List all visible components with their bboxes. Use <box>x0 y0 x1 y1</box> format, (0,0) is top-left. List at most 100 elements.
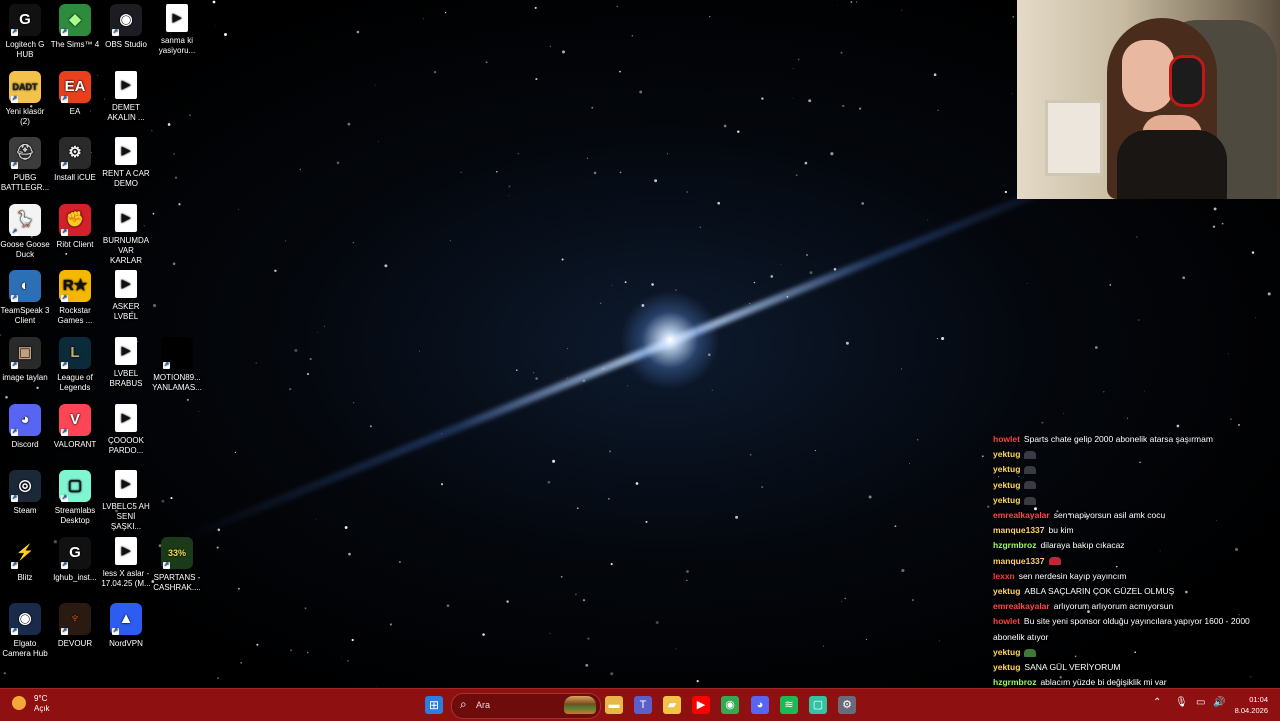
desktop-icon-video-file[interactable]: ▶ LVBELC5 AH SENİ ŞAŞKI... <box>101 466 151 532</box>
desktop-icon-valorant[interactable]: V ↗ VALORANT <box>50 400 100 450</box>
star <box>460 171 462 174</box>
streamlabs-icon[interactable]: ▢ <box>809 696 827 714</box>
desktop-icon-pubg[interactable]: ⛑ ↗ PUBG BATTLEGR... <box>0 133 50 193</box>
desktop-icon-video-file[interactable]: ▶ LVBEL BRABUS <box>101 333 151 389</box>
desktop-icon-video-file[interactable]: ▶ RENT A CAR DEMO <box>101 133 151 189</box>
star <box>347 660 349 662</box>
spotify-icon[interactable]: ≋ <box>780 696 798 714</box>
star <box>173 153 175 155</box>
image-file-icon: 33% ↗ <box>161 536 193 569</box>
microphone-icon[interactable]: 🎙 <box>1175 697 1188 708</box>
star <box>516 369 518 371</box>
star <box>353 402 355 404</box>
search-placeholder: Ara <box>476 700 491 710</box>
clock[interactable]: 01:04 8.04.2026 <box>1235 694 1268 716</box>
desktop-icon-label: VALORANT <box>53 439 97 449</box>
desktop-icon-video-file[interactable]: ▶ BURNUMDA VAR KARLAR <box>101 200 151 266</box>
desktop-icon-video-file[interactable]: ▶ DEMET AKALIN ... <box>101 67 151 123</box>
star <box>65 252 68 255</box>
desktop-icon-image-file[interactable]: ▣ ↗ image taylan <box>0 333 50 383</box>
chat-username: hzgrmbroz <box>993 540 1037 551</box>
chevron-up-icon[interactable]: ⌃ <box>1153 697 1161 708</box>
desktop-icon-streamlabs[interactable]: ▢ ↗ Streamlabs Desktop <box>50 466 100 526</box>
desktop-icon-sims-plumbob[interactable]: ◆ ↗ The Sims™ 4 <box>50 0 100 50</box>
discord-icon[interactable]: ◕ <box>751 696 769 714</box>
star <box>1176 424 1180 428</box>
video-file-icon: ▶ <box>115 536 137 565</box>
desktop-icon-goose[interactable]: 🪿 ↗ Goose Goose Duck <box>0 200 50 260</box>
network-icon[interactable]: ▭ <box>1196 697 1205 708</box>
star <box>709 15 711 18</box>
star <box>374 84 376 86</box>
youtube-icon[interactable]: ▶ <box>692 696 710 714</box>
desktop-icon-label: PUBG BATTLEGR... <box>0 173 50 193</box>
star <box>1041 421 1044 424</box>
star <box>859 107 862 110</box>
desktop-icon-rockstar[interactable]: R★ ↗ Rockstar Games ... <box>50 266 100 326</box>
star <box>627 385 629 387</box>
video-file-icon: ▶ <box>166 4 188 32</box>
star <box>289 388 292 391</box>
star <box>317 331 318 333</box>
video-file-icon: ▶ <box>115 337 137 365</box>
desktop-icon-riot[interactable]: ✊ ↗ Riot Client <box>50 200 100 250</box>
star <box>198 411 200 413</box>
desktop-icon-icue[interactable]: ⚙ ↗ Install iCUE <box>50 133 100 183</box>
chat-text: sen napiyorsun asil amk cocu <box>1053 510 1166 521</box>
logitech-g-icon: G ↗ <box>9 4 41 36</box>
desktop-icon-discord[interactable]: ◕ ↗ Discord <box>0 400 50 450</box>
clock-date: 8.04.2026 <box>1234 706 1268 715</box>
star <box>151 129 153 132</box>
desktop-icon-ea[interactable]: EA ↗ EA <box>50 67 100 117</box>
clock-time: 01:04 <box>1249 695 1268 704</box>
desktop-icon-elgato[interactable]: ◉ ↗ Elgato Camera Hub <box>0 599 50 659</box>
video-file-icon: ▶ <box>115 137 137 166</box>
star <box>377 140 379 142</box>
star <box>344 526 348 529</box>
desktop-icon-video-file[interactable]: ▶ less X aslar - 17.04.25 (M... <box>101 533 151 589</box>
desktop-icon-teamspeak[interactable]: ◐ ↗ TeamSpeak 3 Client <box>0 266 50 326</box>
teams-icon[interactable]: T <box>634 696 652 714</box>
chrome-icon[interactable]: ◉ <box>721 696 739 714</box>
desktop-icon-logitech-g[interactable]: G ↗ Logitech G HUB <box>0 0 50 60</box>
star <box>566 348 568 349</box>
desktop-icon-obs[interactable]: ◉ ↗ OBS Studio <box>101 0 151 50</box>
search-icon: ⌕ <box>460 697 467 711</box>
star <box>631 35 633 37</box>
desktop-icon-folder[interactable]: DADT ↗ Yeni klasör (2) <box>0 67 50 127</box>
desktop-icon-logitech-g[interactable]: G ↗ lghub_inst... <box>50 533 100 583</box>
desktop-icon-blitz[interactable]: ⚡ ↗ Blitz <box>0 533 50 583</box>
chat-message: yektug <box>993 447 1263 462</box>
star <box>1255 317 1257 319</box>
desktop-icon-video-file[interactable]: ▶ ÇOOOOK PARDO... <box>101 400 151 456</box>
desktop-icon-video-file[interactable]: ▶ ASKER LVBEL <box>101 266 151 322</box>
file-explorer-icon[interactable]: ▬ <box>605 696 623 714</box>
star <box>582 599 586 602</box>
start-button[interactable]: ⊞ <box>425 696 443 714</box>
desktop-icon-label: Logitech G HUB <box>5 40 45 59</box>
star <box>797 58 800 61</box>
star <box>560 575 563 578</box>
search-box[interactable]: ⌕ Ara <box>451 693 601 719</box>
chat-text: ABLA SAÇLARIN ÇOK GÜZEL OLMUŞ <box>1024 586 1175 597</box>
desktop-icon-league[interactable]: L ↗ League of Legends <box>50 333 100 393</box>
desktop-icon-video-file[interactable]: ▶ ↗ MOTION89... YANLAMAS... <box>152 333 202 393</box>
star <box>792 97 794 99</box>
desktop-icon-label: Rockstar Games ... <box>57 306 93 326</box>
desktop-icon-video-file[interactable]: ▶ sanma ki yasiyoru... <box>152 0 202 56</box>
chat-message: manque1337 bu kim <box>993 523 1263 538</box>
star <box>294 348 298 353</box>
volume-icon[interactable]: 🔊 <box>1213 697 1225 708</box>
star <box>3 672 6 675</box>
desktop-icon-devour[interactable]: ♆ ↗ DEVOUR <box>50 599 100 649</box>
star <box>645 520 648 523</box>
star <box>508 195 510 196</box>
desktop-icon-nordvpn[interactable]: ▲ ↗ NordVPN <box>101 599 151 649</box>
folder-icon[interactable]: ▰ <box>663 696 681 714</box>
desktop-icon-image-file[interactable]: 33% ↗ SPARTANS - CASHRAK.... <box>152 533 202 593</box>
desktop-icon-steam[interactable]: ◎ ↗ Steam <box>0 466 50 516</box>
star <box>1109 284 1112 286</box>
star <box>937 109 939 111</box>
settings-gear-icon[interactable]: ⚙ <box>838 696 856 714</box>
star <box>535 78 538 81</box>
